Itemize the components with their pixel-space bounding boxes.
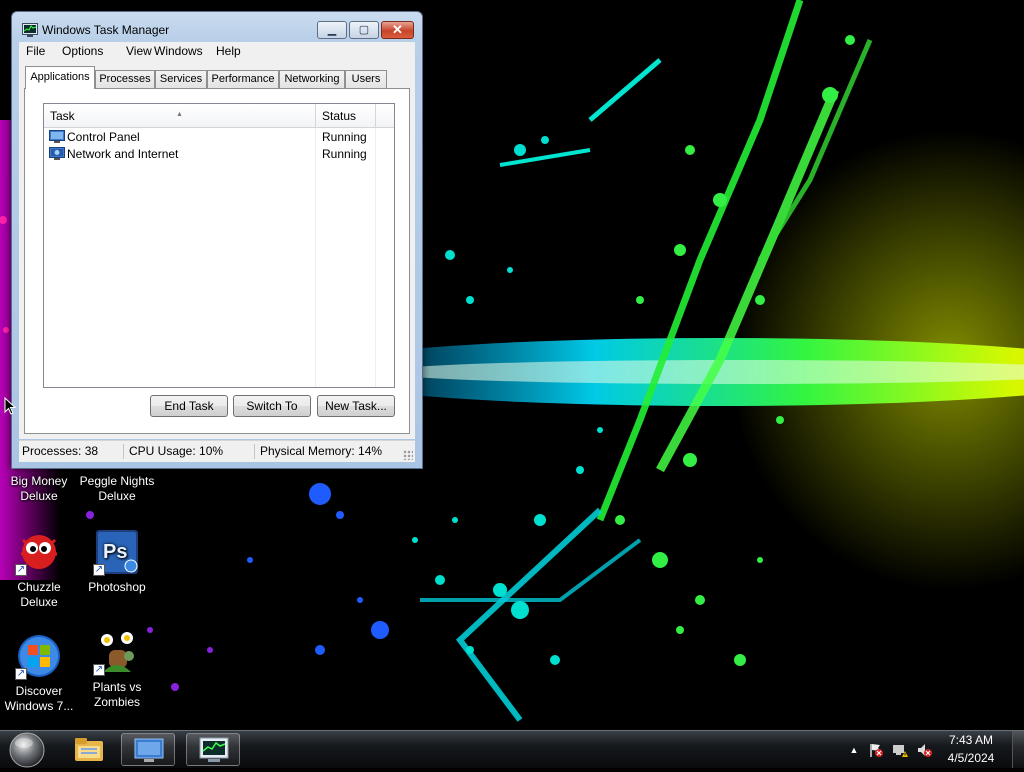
task-status: Running: [322, 130, 367, 144]
window-client-area: Applications Processes Services Performa…: [19, 61, 415, 439]
applications-tab-panel: Task ▲ Status Control Panel Running Netw…: [24, 88, 410, 434]
minimize-icon: ▁: [327, 24, 337, 36]
taskbar-windows-explorer[interactable]: [62, 733, 116, 766]
status-cpu-usage: CPU Usage: 10%: [129, 444, 224, 458]
column-divider: [315, 128, 316, 387]
tab-processes[interactable]: Processes: [95, 70, 155, 88]
task-status: Running: [322, 147, 367, 161]
task-manager-icon: [22, 23, 38, 37]
minimize-button[interactable]: ▁: [317, 21, 347, 39]
shortcut-arrow-icon: ↗: [93, 664, 105, 676]
control-panel-icon: [49, 130, 65, 144]
taskbar-task-manager[interactable]: [186, 733, 240, 766]
maximize-icon: ▢: [358, 24, 370, 36]
network-icon: [49, 147, 65, 161]
network-warning-icon[interactable]: [892, 742, 908, 758]
shortcut-arrow-icon: ↗: [15, 668, 27, 680]
clock-time[interactable]: 7:43 AM: [928, 733, 1014, 747]
desktop-icon-peggle-nights[interactable]: Peggle Nights Deluxe: [78, 474, 156, 504]
menu-options[interactable]: Options: [62, 44, 103, 58]
end-task-button[interactable]: End Task: [150, 395, 228, 417]
action-center-flag-icon[interactable]: [868, 742, 884, 758]
status-divider: [254, 444, 255, 459]
status-physical-memory: Physical Memory: 14%: [260, 444, 383, 458]
desktop-icon-chuzzle[interactable]: ↗ Chuzzle Deluxe: [0, 528, 78, 610]
windows-explorer-icon: [75, 738, 103, 761]
tab-performance[interactable]: Performance: [207, 70, 279, 88]
task-name: Network and Internet: [67, 147, 179, 161]
task-name: Control Panel: [67, 130, 140, 144]
maximize-button[interactable]: ▢: [349, 21, 379, 39]
menu-windows[interactable]: Windows: [154, 44, 203, 58]
task-manager-window[interactable]: Windows Task Manager ▁ ▢ ✕ File Options …: [11, 11, 423, 469]
tab-services[interactable]: Services: [155, 70, 207, 88]
menu-help[interactable]: Help: [216, 44, 241, 58]
tab-users[interactable]: Users: [345, 70, 387, 88]
column-header-status[interactable]: Status: [316, 104, 376, 128]
column-header-filler: [376, 104, 394, 128]
close-button[interactable]: ✕: [381, 21, 414, 39]
show-desktop-button[interactable]: [1012, 731, 1024, 768]
desktop-icon-discover-windows[interactable]: ↗ Discover Windows 7...: [0, 632, 78, 714]
menu-view[interactable]: View: [126, 44, 152, 58]
start-button[interactable]: [6, 731, 48, 769]
desktop-icon-plants-vs-zombies[interactable]: ↗ Plants vs Zombies: [78, 628, 156, 710]
windows-logo-icon: ↗: [15, 632, 63, 680]
desktop-icon-label: Big Money Deluxe: [10, 474, 68, 503]
desktop-icon-label: Peggle Nights Deluxe: [79, 474, 155, 503]
resize-grip[interactable]: [403, 450, 413, 460]
new-task-button[interactable]: New Task...: [317, 395, 395, 417]
desktop-icon-big-money[interactable]: Big Money Deluxe: [0, 474, 78, 504]
status-processes: Processes: 38: [22, 444, 99, 458]
menu-bar: File Options View Windows Help: [19, 42, 415, 61]
shortcut-arrow-icon: ↗: [15, 564, 27, 576]
control-panel-icon: [134, 738, 164, 762]
desktop-icon-photoshop[interactable]: Ps ↗ Photoshop: [78, 528, 156, 595]
plants-vs-zombies-icon: ↗: [93, 628, 141, 676]
task-list[interactable]: Task ▲ Status Control Panel Running Netw…: [43, 103, 395, 388]
taskbar-control-panel[interactable]: [121, 733, 175, 766]
tab-applications[interactable]: Applications: [25, 66, 95, 89]
mouse-pointer-icon: [4, 396, 17, 415]
taskbar: ▲ 7:43 AM 4/5/2024: [0, 730, 1024, 768]
chuzzle-icon: ↗: [15, 528, 63, 576]
clock-date[interactable]: 4/5/2024: [928, 751, 1014, 765]
shortcut-arrow-icon: ↗: [93, 564, 105, 576]
status-divider: [123, 444, 124, 459]
window-title: Windows Task Manager: [42, 23, 170, 37]
svg-text:Ps: Ps: [103, 541, 127, 563]
photoshop-icon: Ps ↗: [93, 528, 141, 576]
column-header-task[interactable]: Task ▲: [44, 104, 316, 128]
task-row[interactable]: Control Panel Running: [44, 129, 394, 146]
title-bar[interactable]: Windows Task Manager ▁ ▢ ✕: [12, 12, 422, 42]
switch-to-button[interactable]: Switch To: [233, 395, 311, 417]
menu-file[interactable]: File: [26, 44, 45, 58]
show-hidden-icons-chevron-icon[interactable]: ▲: [846, 742, 862, 758]
column-divider: [375, 128, 376, 387]
task-manager-icon: [199, 737, 229, 762]
tab-networking[interactable]: Networking: [279, 70, 345, 88]
close-icon: ✕: [392, 22, 403, 37]
sort-ascending-icon: ▲: [176, 111, 183, 118]
status-bar: Processes: 38 CPU Usage: 10% Physical Me…: [19, 440, 415, 462]
task-row[interactable]: Network and Internet Running: [44, 146, 394, 163]
